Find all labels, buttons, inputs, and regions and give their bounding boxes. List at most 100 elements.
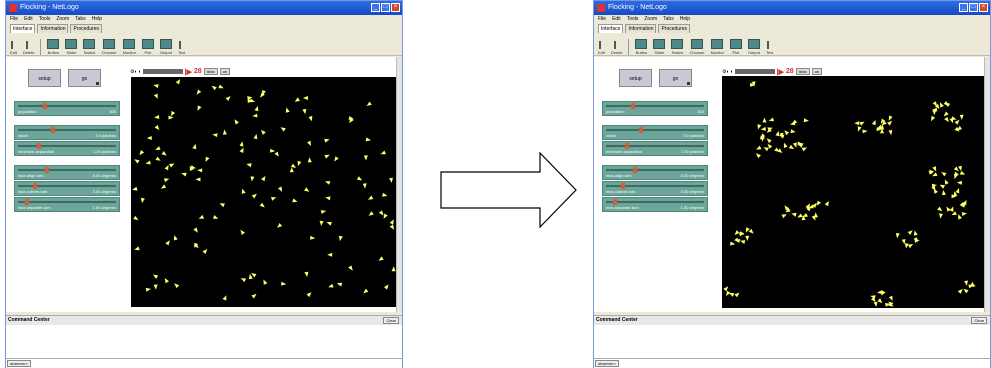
bird-agent: [152, 274, 159, 279]
command-input-row[interactable]: observer>: [594, 358, 990, 368]
minimize-icon[interactable]: _: [959, 3, 968, 12]
slider-knob[interactable]: [45, 167, 49, 173]
bird-agent: [277, 223, 283, 228]
vertical-scrollbar[interactable]: [984, 57, 990, 312]
view-button-2[interactable]: on: [811, 68, 823, 75]
slider-max-align-turn[interactable]: max-align-turn 5.00 degrees: [14, 165, 120, 180]
close-icon[interactable]: ×: [391, 3, 400, 12]
view-button[interactable]: ticks: [795, 68, 810, 75]
speed-slider[interactable]: [734, 69, 775, 74]
menu-tabs[interactable]: Tabs: [75, 15, 86, 24]
minimize-icon[interactable]: _: [371, 3, 380, 12]
tool-monitor[interactable]: Monitor: [711, 39, 724, 55]
menu-help[interactable]: Help: [680, 15, 690, 24]
menu-edit[interactable]: Edit: [24, 15, 33, 24]
slider-knob[interactable]: [51, 127, 55, 133]
tool-output[interactable]: Output: [747, 39, 760, 55]
clear-button[interactable]: Clear: [971, 317, 987, 324]
tool-monitor[interactable]: Monitor: [123, 39, 136, 55]
setup-button[interactable]: setup: [28, 69, 61, 87]
slider-max-align-turn[interactable]: max-align-turn 5.00 degrees: [602, 165, 708, 180]
slider-minimum-separation[interactable]: minimum-separation 1.00 patches: [602, 141, 708, 156]
slider-max-cohere-turn[interactable]: max-cohere-turn 3.00 degrees: [602, 181, 708, 196]
view-button-2[interactable]: on: [219, 68, 231, 75]
bird-agent: [139, 150, 145, 156]
tool-output[interactable]: Output: [159, 39, 172, 55]
tool-text[interactable]: Text: [766, 41, 773, 55]
tool-button[interactable]: Button: [635, 39, 648, 55]
slider-knob[interactable]: [43, 103, 47, 109]
command-input-row[interactable]: observer>: [6, 358, 402, 368]
bird-agent: [153, 93, 158, 99]
tool-delete[interactable]: Delete: [611, 41, 622, 55]
tab-interface[interactable]: Interface: [10, 24, 36, 33]
interface-panel: setup go population 300 vision 3.0 patches…: [594, 57, 990, 312]
slider-max-cohere-turn[interactable]: max-cohere-turn 3.00 degrees: [14, 181, 120, 196]
tool-plot[interactable]: Plot: [729, 39, 742, 55]
menu-help[interactable]: Help: [92, 15, 102, 24]
world-view[interactable]: [131, 77, 399, 307]
observer-dropdown[interactable]: observer>: [595, 360, 619, 367]
view-button[interactable]: ticks: [203, 68, 218, 75]
forever-icon: [687, 82, 690, 85]
tool-switch[interactable]: Switch: [83, 39, 96, 55]
bird-agent: [241, 188, 246, 194]
view-settings-icon[interactable]: ⚙◐◑: [722, 69, 733, 75]
tool-chooser[interactable]: Chooser: [101, 39, 117, 55]
slider-knob[interactable]: [639, 127, 643, 133]
vertical-scrollbar[interactable]: [396, 57, 402, 312]
tab-procedures[interactable]: Procedures: [658, 24, 691, 33]
slider-vision[interactable]: vision 3.0 patches: [602, 125, 708, 140]
go-button[interactable]: go: [68, 69, 101, 87]
menu-file[interactable]: File: [598, 15, 606, 24]
bird-agent: [953, 166, 959, 172]
bird-agent: [336, 282, 343, 287]
tab-information[interactable]: Information: [37, 24, 69, 33]
tool-slider[interactable]: Slider: [65, 39, 78, 55]
tool-edit[interactable]: Edit: [598, 41, 605, 55]
tool-chooser[interactable]: Chooser: [689, 39, 705, 55]
menu-zoom[interactable]: Zoom: [644, 15, 657, 24]
tool-delete[interactable]: Delete: [23, 41, 34, 55]
clear-button[interactable]: Clear: [383, 317, 399, 324]
tool-edit[interactable]: Edit: [10, 41, 17, 55]
menu-zoom[interactable]: Zoom: [56, 15, 69, 24]
slider-vision[interactable]: vision 3.0 patches: [14, 125, 120, 140]
tab-procedures[interactable]: Procedures: [70, 24, 103, 33]
menu-tools[interactable]: Tools: [39, 15, 51, 24]
world-view[interactable]: [722, 76, 985, 308]
bird-agent: [252, 113, 258, 118]
menu-tools[interactable]: Tools: [627, 15, 639, 24]
tool-slider[interactable]: Slider: [653, 39, 666, 55]
bird-agent: [391, 266, 396, 272]
setup-button[interactable]: setup: [619, 69, 652, 87]
menu-edit[interactable]: Edit: [612, 15, 621, 24]
speed-slider[interactable]: [142, 69, 183, 74]
slider-population[interactable]: population 300: [14, 101, 120, 116]
slider-minimum-separation[interactable]: minimum-separation 1.00 patches: [14, 141, 120, 156]
view-settings-icon[interactable]: ⚙◐◑: [130, 69, 141, 75]
tab-interface[interactable]: Interface: [598, 24, 624, 33]
tool-button[interactable]: Button: [47, 39, 60, 55]
tool-label: Button: [635, 50, 648, 55]
bird-agent: [363, 155, 368, 161]
close-icon[interactable]: ×: [979, 3, 988, 12]
maximize-icon[interactable]: □: [381, 3, 390, 12]
slider-knob[interactable]: [631, 103, 635, 109]
bird-agent: [362, 183, 367, 189]
menu-file[interactable]: File: [10, 15, 18, 24]
slider-max-separate-turn[interactable]: max-separate-turn 1.50 degrees: [14, 197, 120, 212]
menu-tabs[interactable]: Tabs: [663, 15, 674, 24]
slider-population[interactable]: population 300: [602, 101, 708, 116]
menu-bar: File Edit Tools Zoom Tabs Help: [594, 15, 990, 24]
go-button[interactable]: go: [659, 69, 692, 87]
maximize-icon[interactable]: □: [969, 3, 978, 12]
tool-text[interactable]: Text: [178, 41, 185, 55]
slider-max-separate-turn[interactable]: max-separate-turn 1.50 degrees: [602, 197, 708, 212]
observer-dropdown[interactable]: observer>: [7, 360, 31, 367]
tool-switch[interactable]: Switch: [671, 39, 684, 55]
tab-information[interactable]: Information: [625, 24, 657, 33]
slider-knob[interactable]: [633, 167, 637, 173]
bird-agent: [784, 130, 790, 136]
tool-plot[interactable]: Plot: [141, 39, 154, 55]
